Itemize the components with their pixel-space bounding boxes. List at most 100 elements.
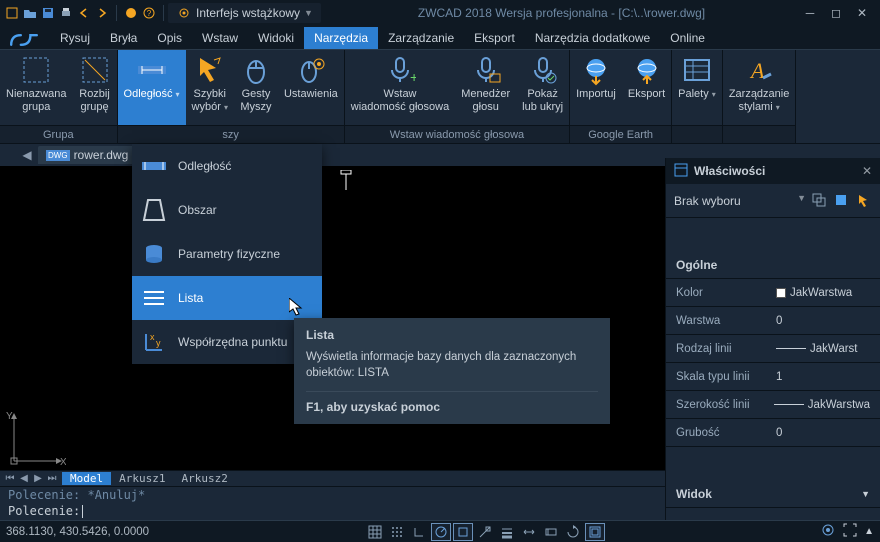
pickset-icon[interactable] (812, 193, 828, 209)
menu-item[interactable]: Online (660, 27, 715, 49)
help-icon[interactable]: ? (141, 5, 157, 21)
dropdown-item[interactable]: Parametry fizyczne (132, 232, 322, 276)
svg-text:y: y (156, 338, 161, 348)
property-row[interactable]: Warstwa0 (666, 307, 880, 335)
ducs-toggle[interactable] (519, 523, 539, 541)
undo-icon[interactable] (76, 5, 92, 21)
select-icon[interactable] (834, 193, 850, 209)
property-row[interactable]: KolorJakWarstwa (666, 279, 880, 307)
mic-toggle-icon (527, 54, 559, 86)
dropdown-item[interactable]: Lista (132, 276, 322, 320)
menu-bar: RysujBryłaOpisWstawWidokiNarzędziaZarząd… (0, 26, 880, 50)
mouse-settings-icon (295, 54, 327, 86)
open-icon[interactable] (22, 5, 38, 21)
next-icon[interactable]: ▶ (32, 473, 44, 484)
menu-item[interactable]: Eksport (464, 27, 525, 49)
ribbon: Nienazwanagrupa RozbijgrupęGrupa Odległo… (0, 50, 880, 144)
tooltip: Lista Wyświetla informacje bazy danych d… (294, 318, 610, 424)
layout-tabs: ⏮ ◀ ▶ ⏭ ModelArkusz1Arkusz2 (0, 470, 665, 486)
menu-item[interactable]: Opis (147, 27, 192, 49)
command-history: Polecenie: *Anuluj* (0, 487, 665, 503)
ribbon-group-label (723, 125, 796, 143)
property-row[interactable]: Szerokość liniiJakWarstwa (666, 391, 880, 419)
ribbon-earth-export[interactable]: Eksport (622, 50, 671, 125)
print-icon[interactable] (58, 5, 74, 21)
dyn-toggle[interactable] (541, 523, 561, 541)
ribbon-distance[interactable]: Odległość ▾ (118, 50, 186, 125)
otrack-toggle[interactable] (475, 523, 495, 541)
ribbon-mic-manager[interactable]: Menedżergłosu (455, 50, 516, 125)
layout-tab[interactable]: Arkusz1 (111, 472, 173, 485)
ribbon-palettes[interactable]: Palety ▾ (672, 50, 722, 125)
minimize-button[interactable]: ─ (802, 5, 818, 21)
chevron-left-icon[interactable]: ◀ (20, 148, 34, 162)
command-line: Polecenie: *Anuluj* Polecenie: (0, 486, 665, 520)
menu-item[interactable]: Zarządzanie (378, 27, 464, 49)
ribbon-mouse-settings[interactable]: Ustawienia (278, 50, 344, 125)
property-row[interactable]: Grubość0 (666, 419, 880, 447)
ribbon-mic-insert[interactable]: + Wstawwiadomość głosowa (345, 50, 455, 125)
selection-label: Brak wyboru (674, 194, 741, 208)
status-toggles (365, 523, 605, 541)
ortho-toggle[interactable] (409, 523, 429, 541)
osnap-toggle[interactable] (453, 523, 473, 541)
chevron-up-icon[interactable]: ▲ (864, 526, 874, 537)
menu-item[interactable]: Narzędzia dodatkowe (525, 27, 660, 49)
plugin-icon[interactable] (123, 5, 139, 21)
coords-display[interactable]: 368.1130, 430.5426, 0.0000 (6, 526, 149, 538)
dropdown-item[interactable]: Odległość (132, 144, 322, 188)
first-icon[interactable]: ⏮ (4, 473, 16, 484)
app-logo[interactable] (8, 30, 44, 50)
new-icon[interactable] (4, 5, 20, 21)
polar-toggle[interactable] (431, 523, 451, 541)
model-toggle[interactable] (585, 523, 605, 541)
menu-item[interactable]: Narzędzia (304, 27, 378, 49)
quick-access-toolbar: ? (4, 5, 168, 21)
ribbon-mouse-gestures[interactable]: GestyMyszy (234, 50, 278, 125)
workspace-selector[interactable]: Interfejs wstążkowy ▼ (168, 3, 321, 23)
ribbon-group-dashed[interactable]: Nienazwanagrupa (0, 50, 73, 125)
snap-toggle[interactable] (387, 523, 407, 541)
title-bar: ? Interfejs wstążkowy ▼ ZWCAD 2018 Wersj… (0, 0, 880, 26)
ribbon-styles[interactable]: A Zarządzaniestylami ▾ (723, 50, 796, 125)
layout-tab[interactable]: Model (62, 472, 111, 485)
mic-insert-icon: + (384, 54, 416, 86)
ribbon-earth-import[interactable]: Importuj (570, 50, 622, 125)
window-title: ZWCAD 2018 Wersja profesjonalna - [C:\..… (321, 6, 802, 20)
save-icon[interactable] (40, 5, 56, 21)
close-panel-icon[interactable]: ✕ (862, 164, 872, 178)
quick-select-icon[interactable] (856, 193, 872, 209)
ribbon-mic-toggle[interactable]: Pokażlub ukryj (516, 50, 569, 125)
layout-tab[interactable]: Arkusz2 (173, 472, 235, 485)
menu-item[interactable]: Bryła (100, 27, 147, 49)
last-icon[interactable]: ⏭ (46, 473, 58, 484)
ribbon-quick-select[interactable]: Szybkiwybór ▾ (186, 50, 234, 125)
command-prompt[interactable]: Polecenie: (0, 503, 665, 519)
ribbon-group-label (672, 125, 722, 143)
prev-icon[interactable]: ◀ (18, 473, 30, 484)
mouse-gestures-icon (240, 54, 272, 86)
ribbon-group-break[interactable]: Rozbijgrupę (73, 50, 117, 125)
close-button[interactable]: ✕ (854, 5, 870, 21)
section-general[interactable]: Ogólne (666, 252, 880, 279)
property-row[interactable]: Rodzaj liniiJakWarst (666, 335, 880, 363)
lwt-toggle[interactable] (497, 523, 517, 541)
svg-text:A: A (749, 58, 765, 83)
property-row[interactable]: Skala typu linii1 (666, 363, 880, 391)
fullscreen-icon[interactable] (842, 522, 858, 541)
svg-text:X: X (60, 457, 66, 468)
menu-item[interactable]: Widoki (248, 27, 304, 49)
redo-icon[interactable] (94, 5, 110, 21)
menu-item[interactable]: Wstaw (192, 27, 248, 49)
chevron-down-icon[interactable]: ▼ (797, 193, 806, 209)
grid-toggle[interactable] (365, 523, 385, 541)
section-view[interactable]: Widok ▼ (666, 481, 880, 508)
ucs-axes: X Y (6, 409, 66, 472)
earth-import-icon (580, 54, 612, 86)
cycle-toggle[interactable] (563, 523, 583, 541)
maximize-button[interactable]: ◻ (828, 5, 844, 21)
menu-item[interactable]: Rysuj (50, 27, 100, 49)
properties-panel: Właściwości ✕ Brak wyboru ▼ Ogólne Kolor… (665, 158, 880, 520)
settings-gear-icon[interactable] (820, 522, 836, 541)
dropdown-item[interactable]: Obszar (132, 188, 322, 232)
